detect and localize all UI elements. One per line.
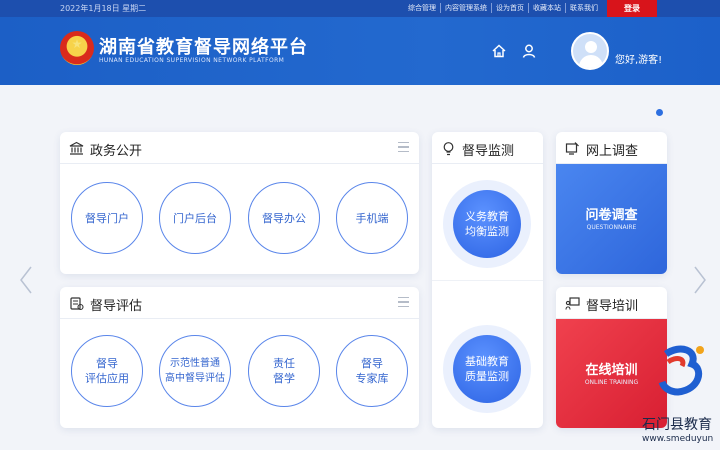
high-school-evaluation-button[interactable]: 示范性普通 高中督导评估 [159, 335, 231, 407]
chevron-left-icon[interactable] [18, 265, 34, 295]
top-link-homepage[interactable]: 设为首页 [491, 3, 528, 13]
top-links: 综合管理 内容管理系统 设为首页 收藏本站 联系我们 [404, 3, 602, 13]
compulsory-edu-monitor-button[interactable]: 义务教育 均衡监测 [453, 190, 521, 258]
clipboard-icon [70, 297, 84, 311]
basic-edu-quality-monitor-button[interactable]: 基础教育 质量监测 [453, 335, 521, 403]
top-link-cms[interactable]: 内容管理系统 [440, 3, 491, 13]
avatar-head [585, 41, 597, 53]
office-button[interactable]: 督导办公 [248, 182, 320, 254]
national-emblem-logo [60, 31, 94, 65]
portal-backend-button[interactable]: 门户后台 [159, 182, 231, 254]
greeting-text: 您好,游客! [615, 55, 663, 66]
menu-icon[interactable] [398, 142, 409, 152]
card-monitoring: 督导监测 义务教育 均衡监测 基础教育 质量监测 [432, 132, 543, 428]
top-link-admin[interactable]: 综合管理 [404, 3, 440, 13]
card-online-survey: 网上调查 问卷调查 QUESTIONNAIRE [556, 132, 667, 274]
card-header: 政务公开 [60, 132, 419, 164]
login-button[interactable]: 登录 [607, 0, 657, 17]
evaluation-app-button[interactable]: 督导 评估应用 [71, 335, 143, 407]
card-title: 督导监测 [462, 144, 515, 159]
expert-library-button[interactable]: 督导 专家库 [336, 335, 408, 407]
bank-building-icon [69, 141, 84, 155]
menu-icon[interactable] [398, 297, 409, 307]
site-title[interactable]: 湖南省教育督导网络平台 [99, 33, 308, 59]
shimen-education-logo [658, 345, 704, 396]
carousel-dot[interactable] [656, 109, 663, 116]
mobile-button[interactable]: 手机端 [336, 182, 408, 254]
lightbulb-icon [443, 142, 454, 156]
presenter-icon [565, 297, 580, 310]
top-link-bookmark[interactable]: 收藏本站 [528, 3, 565, 13]
date-text: 2022年1月18日 星期二 [60, 4, 147, 13]
banner-subtitle: QUESTIONNAIRE [586, 224, 637, 231]
card-title: 督导评估 [90, 299, 143, 314]
top-bar: 2022年1月18日 星期二 综合管理 内容管理系统 设为首页 收藏本站 联系我… [0, 0, 720, 17]
card-header: 督导培训 [556, 287, 667, 319]
watermark-url: www.smeduyun [642, 434, 714, 444]
watermark: 石门县教育 www.smeduyun [640, 340, 720, 450]
avatar-body [579, 55, 603, 68]
card-gov-affairs: 政务公开 督导门户 门户后台 督导办公 手机端 [60, 132, 419, 274]
questionnaire-banner[interactable]: 问卷调查 QUESTIONNAIRE [556, 164, 667, 274]
top-link-contact[interactable]: 联系我们 [565, 3, 602, 13]
card-title: 督导培训 [586, 299, 639, 314]
watermark-name: 石门县教育 [642, 417, 712, 433]
site-subtitle: HUNAN EDUCATION SUPERVISION NETWORK PLAT… [99, 57, 285, 64]
card-evaluation: 督导评估 督导 评估应用 示范性普通 高中督导评估 责任 督学 督导 专家库 [60, 287, 419, 428]
computer-survey-icon [565, 142, 579, 155]
avatar[interactable] [571, 32, 609, 70]
chevron-right-icon[interactable] [692, 265, 708, 295]
home-icon[interactable] [491, 43, 507, 59]
banner-title: 问卷调查 [585, 208, 638, 223]
user-icon[interactable] [521, 43, 537, 59]
gov-portal-button[interactable]: 督导门户 [71, 182, 143, 254]
site-header: 湖南省教育督导网络平台 HUNAN EDUCATION SUPERVISION … [0, 17, 720, 85]
divider [432, 280, 543, 281]
card-header: 网上调查 [556, 132, 667, 164]
card-header: 督导评估 [60, 287, 419, 319]
card-header: 督导监测 [432, 132, 543, 164]
supervisor-button[interactable]: 责任 督学 [248, 335, 320, 407]
card-title: 政务公开 [90, 144, 143, 159]
card-title: 网上调查 [586, 144, 639, 159]
